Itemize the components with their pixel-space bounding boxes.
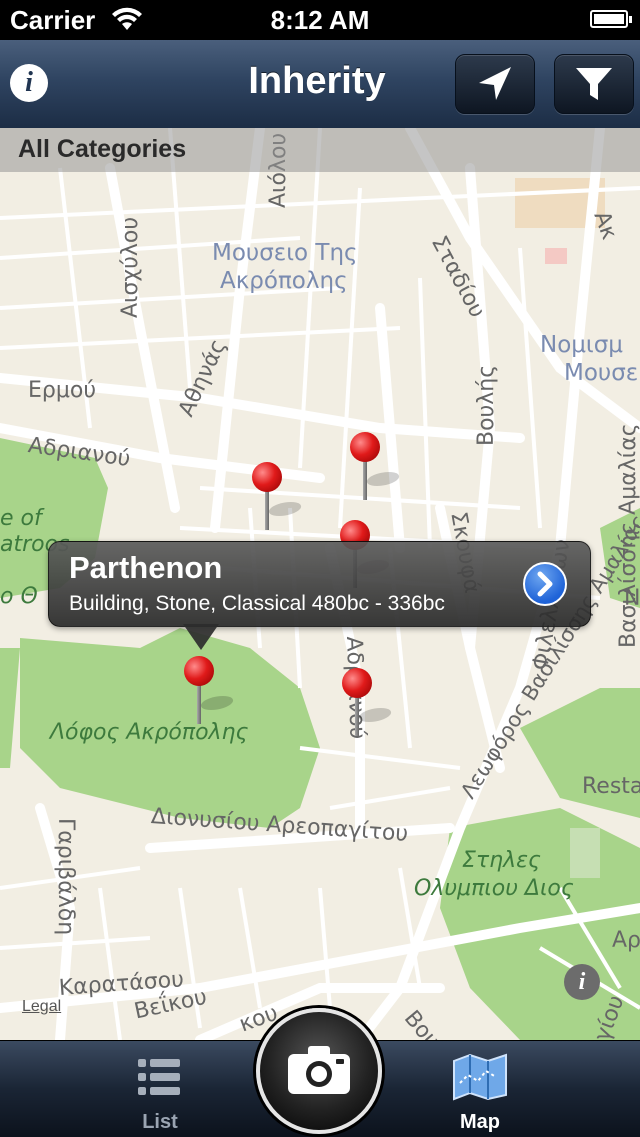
clock: 8:12 AM: [270, 5, 370, 35]
map-label: Ακρόπολης: [220, 268, 348, 294]
battery-icon: [590, 10, 632, 28]
status-bar: Carrier 8:12 AM: [0, 0, 640, 40]
navigation-bar: i Inherity: [0, 40, 640, 129]
map-label: Μουσε: [564, 360, 639, 386]
map-icon: [453, 1053, 507, 1101]
category-bar[interactable]: All Categories: [0, 128, 640, 172]
tab-list-label: List: [142, 1111, 178, 1133]
map-label: Ερμού: [28, 378, 97, 403]
map-label: Ολυμπιου Διος: [414, 876, 574, 901]
chevron-right-icon: [537, 571, 553, 597]
map-label: Στηλες: [462, 848, 541, 873]
map-label: Βουλής: [474, 364, 499, 446]
map-label: e of: [0, 506, 42, 531]
map-label: Αρ: [612, 928, 640, 953]
pin-callout[interactable]: Parthenon Building, Stone, Classical 480…: [48, 541, 591, 650]
list-icon: [138, 1059, 180, 1095]
map-label: Μουσειο Της: [212, 240, 358, 266]
tab-list[interactable]: List: [60, 1041, 260, 1137]
location-arrow-icon: [479, 67, 511, 100]
map-label: Αισχύλου: [118, 216, 143, 318]
map-pin[interactable]: [252, 462, 306, 532]
map-label: Λόφος Ακρόπολης: [50, 720, 249, 745]
map-label: Resta: [582, 774, 640, 799]
filter-icon: [576, 68, 612, 100]
callout-title: Parthenon: [69, 550, 223, 585]
map-label: ο Θ: [0, 584, 38, 609]
camera-button[interactable]: [256, 1008, 382, 1134]
map-label: Γαριβάλδη: [53, 818, 78, 936]
locate-button[interactable]: [455, 54, 535, 114]
page-title: Inherity: [248, 60, 386, 102]
tab-map[interactable]: Map: [380, 1041, 580, 1137]
legal-link[interactable]: Legal: [22, 998, 61, 1016]
map-label: Νομισμ: [540, 332, 623, 358]
callout-pointer: [183, 624, 219, 650]
camera-icon: [288, 1046, 350, 1094]
info-icon[interactable]: i: [564, 964, 600, 1000]
category-label: All Categories: [18, 135, 187, 163]
map-pin[interactable]: [184, 656, 238, 726]
map-label: Ν: [624, 586, 640, 611]
filter-button[interactable]: [554, 54, 634, 114]
map-pin[interactable]: [342, 668, 396, 738]
callout-subtitle: Building, Stone, Classical 480bc - 336bc: [69, 592, 445, 615]
callout-detail-button[interactable]: [523, 562, 567, 606]
tab-map-label: Map: [460, 1111, 500, 1133]
map-pin[interactable]: [350, 432, 404, 502]
